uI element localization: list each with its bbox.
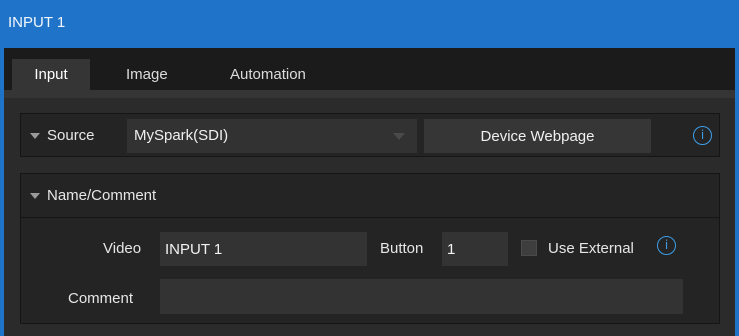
chevron-down-icon <box>393 133 405 140</box>
comment-field[interactable] <box>160 279 683 314</box>
name-comment-panel: Name/Comment Video Button Use External i… <box>20 173 720 324</box>
source-dropdown[interactable]: MySpark(SDI) <box>127 119 417 153</box>
window-title: INPUT 1 <box>8 14 66 31</box>
button-label: Button <box>380 240 424 257</box>
window-titlebar: INPUT 1 <box>0 0 739 48</box>
tab-automation[interactable]: Automation <box>230 59 306 90</box>
collapse-triangle-icon[interactable] <box>30 133 40 139</box>
input-tab-content: Source MySpark(SDI) Device Webpage i Nam… <box>4 98 735 336</box>
source-panel: Source MySpark(SDI) Device Webpage i <box>20 113 720 157</box>
video-label: Video <box>103 240 142 257</box>
tab-input[interactable]: Input <box>12 59 90 90</box>
use-external-checkbox[interactable] <box>521 240 537 256</box>
comment-label: Comment <box>68 290 134 307</box>
source-selected-value: MySpark(SDI) <box>134 127 229 144</box>
source-label: Source <box>47 127 95 144</box>
tab-underline-strip <box>4 90 735 98</box>
collapse-triangle-icon[interactable] <box>30 193 40 199</box>
name-comment-header: Name/Comment <box>21 174 719 218</box>
button-number-field[interactable] <box>442 232 508 266</box>
tab-bar: Input Image Automation <box>4 48 735 90</box>
video-name-field[interactable] <box>160 232 367 266</box>
use-external-label: Use External <box>548 240 634 257</box>
name-info-icon[interactable]: i <box>657 236 676 255</box>
source-info-icon[interactable]: i <box>693 126 712 145</box>
tab-image[interactable]: Image <box>126 59 168 90</box>
name-comment-title: Name/Comment <box>47 187 157 204</box>
device-webpage-button[interactable]: Device Webpage <box>424 119 651 153</box>
